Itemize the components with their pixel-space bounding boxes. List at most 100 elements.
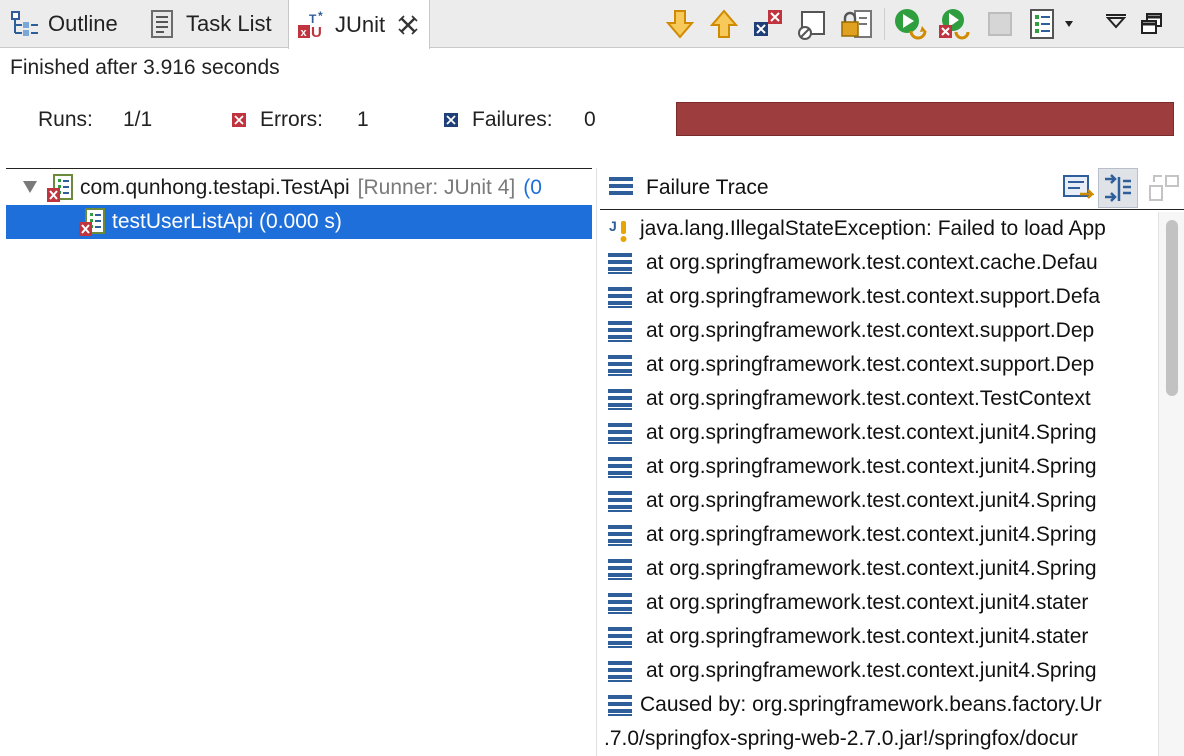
rerun-failed-first-button[interactable]: [936, 6, 972, 42]
rerun-failed-first-icon: [939, 9, 970, 40]
previous-failure-icon: [710, 9, 738, 38]
tree-row-test[interactable]: testUserListApi (0.000 s): [6, 205, 592, 239]
show-failures-only-icon: [754, 10, 782, 36]
runs-value: 1/1: [123, 108, 153, 131]
previous-failure-button[interactable]: [706, 6, 742, 42]
suite-name: com.qunhong.testapi.TestApi: [80, 176, 350, 199]
stop-button[interactable]: [982, 6, 1018, 42]
stack-frame-icon: [608, 693, 632, 717]
trace-line-text: at org.springframework.test.context.juni…: [646, 455, 1097, 478]
stack-frame-icon: [608, 625, 632, 649]
stack-frame-icon: [608, 319, 632, 343]
stack-frame-icon: [608, 591, 632, 615]
errors-label: Errors:: [260, 108, 323, 131]
trace-line-text: .7.0/springfox-spring-web-2.7.0.jar!/spr…: [604, 727, 1078, 750]
rerun-test-button[interactable]: [892, 6, 928, 42]
trace-line[interactable]: at org.springframework.test.context.supp…: [600, 348, 1156, 382]
view-menu-button[interactable]: [1098, 6, 1134, 42]
pane-divider[interactable]: [596, 168, 597, 756]
suite-runner: [Runner: JUnit 4]: [357, 176, 516, 199]
trace-line-text: at org.springframework.test.context.cach…: [646, 251, 1098, 274]
maximize-button[interactable]: [1134, 6, 1170, 42]
tab-outline[interactable]: Outline: [10, 0, 118, 48]
trace-line[interactable]: at org.springframework.test.context.supp…: [600, 314, 1156, 348]
trace-line[interactable]: at org.springframework.test.context.juni…: [600, 620, 1156, 654]
trace-line-text: at org.springframework.test.context.juni…: [646, 625, 1089, 648]
trace-line[interactable]: at org.springframework.test.context.juni…: [600, 552, 1156, 586]
filter-stack-icon: [1105, 174, 1131, 202]
runs-label: Runs:: [38, 108, 93, 131]
svg-text:x: x: [301, 27, 308, 39]
trace-line[interactable]: at org.springframework.test.context.Test…: [600, 382, 1156, 416]
trace-line-text: at org.springframework.test.context.supp…: [646, 319, 1095, 342]
stack-frame-icon: [608, 353, 632, 377]
next-failure-button[interactable]: [662, 6, 698, 42]
stack-frame-icon: [608, 523, 632, 547]
trace-line-text: at org.springframework.test.context.juni…: [646, 591, 1089, 614]
failure-trace-list[interactable]: Jjava.lang.IllegalStateException: Failed…: [600, 212, 1156, 756]
junit-icon: T * U x: [297, 9, 327, 41]
rerun-test-icon: [895, 9, 927, 40]
trace-line-text: java.lang.IllegalStateException: Failed …: [640, 217, 1106, 240]
lock-icon: [841, 10, 872, 38]
svg-text:J: J: [609, 218, 617, 234]
trace-line[interactable]: at org.springframework.test.context.juni…: [600, 484, 1156, 518]
trace-line[interactable]: Jjava.lang.IllegalStateException: Failed…: [600, 212, 1156, 246]
trace-line[interactable]: at org.springframework.test.context.juni…: [600, 450, 1156, 484]
close-icon[interactable]: [397, 14, 419, 36]
show-failures-only-button[interactable]: [750, 6, 786, 42]
tab-junit[interactable]: T * U x JUnit: [288, 0, 431, 49]
failure-icon: [444, 113, 458, 127]
layout-icon: [1149, 175, 1179, 201]
trace-line-text: at org.springframework.test.context.juni…: [646, 489, 1097, 512]
stack-frame-icon: [608, 659, 632, 683]
stack-frame-icon: [608, 285, 632, 309]
trace-line-text: at org.springframework.test.context.Test…: [646, 387, 1091, 410]
trace-line[interactable]: at org.springframework.test.context.supp…: [600, 280, 1156, 314]
tab-label: Task List: [186, 11, 272, 36]
trace-line-text: at org.springframework.test.context.juni…: [646, 421, 1097, 444]
failures-value: 0: [584, 108, 596, 131]
stack-frame-icon: [608, 421, 632, 445]
progress-bar: [676, 102, 1174, 136]
stack-frame-icon: [608, 557, 632, 581]
failure-trace-title: Failure Trace: [646, 176, 769, 199]
expand-triangle-icon[interactable]: [22, 176, 40, 200]
toolbar-separator: [884, 8, 885, 40]
tab-label: Outline: [48, 11, 118, 36]
test-run-history-icon: [1030, 9, 1073, 39]
stack-frame-icon: [608, 251, 632, 275]
scroll-lock-button[interactable]: [794, 6, 830, 42]
trace-line[interactable]: at org.springframework.test.context.juni…: [600, 518, 1156, 552]
compare-icon: [1063, 175, 1096, 199]
trace-line-text: at org.springframework.test.context.juni…: [646, 523, 1097, 546]
trace-line[interactable]: at org.springframework.test.context.juni…: [600, 416, 1156, 450]
stack-frame-icon: [608, 387, 632, 411]
trace-line[interactable]: .7.0/springfox-spring-web-2.7.0.jar!/spr…: [600, 722, 1156, 756]
tree-row-suite[interactable]: com.qunhong.testapi.TestApi [Runner: JUn…: [6, 171, 592, 205]
trace-line-text: Caused by: org.springframework.beans.fac…: [640, 693, 1102, 716]
view-tab-bar: Outline Task List T * U x JUnit: [0, 0, 1184, 49]
svg-text:*: *: [318, 10, 323, 23]
suite-time: (0: [523, 176, 542, 199]
trace-line[interactable]: Caused by: org.springframework.beans.fac…: [600, 688, 1156, 722]
test-tree: com.qunhong.testapi.TestApi [Runner: JUn…: [6, 168, 592, 756]
trace-line[interactable]: at org.springframework.test.context.cach…: [600, 246, 1156, 280]
next-failure-icon: [666, 10, 694, 39]
stack-trace-icon: [608, 174, 634, 205]
lock-button[interactable]: [838, 6, 874, 42]
compare-result-button[interactable]: [1062, 172, 1096, 209]
trace-line-text: at org.springframework.test.context.supp…: [646, 285, 1101, 308]
trace-line[interactable]: at org.springframework.test.context.juni…: [600, 586, 1156, 620]
test-name: testUserListApi (0.000 s): [112, 210, 342, 233]
stack-frame-icon: [608, 489, 632, 513]
trace-scrollbar-thumb[interactable]: [1166, 220, 1178, 396]
tab-task-list[interactable]: Task List: [148, 0, 272, 48]
test-case-error-icon: [78, 207, 108, 237]
filter-stack-trace-button[interactable]: [1098, 168, 1138, 208]
trace-line[interactable]: at org.springframework.test.context.juni…: [600, 654, 1156, 688]
maximize-icon: [1141, 13, 1162, 34]
layout-toggle-button[interactable]: [1148, 172, 1180, 209]
stop-icon: [988, 12, 1012, 36]
test-run-history-button[interactable]: [1026, 6, 1080, 42]
